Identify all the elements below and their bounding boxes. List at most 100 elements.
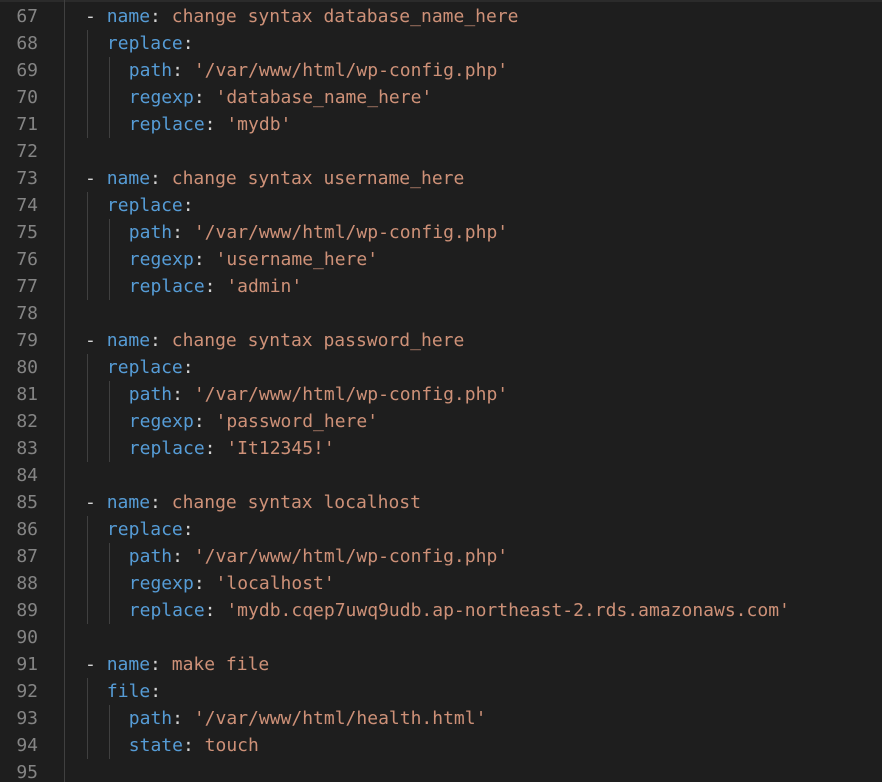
code-editor[interactable]: 67 - name: change syntax database_name_he… (0, 0, 882, 782)
code-line[interactable]: 88 regexp: 'localhost' (0, 570, 882, 597)
code-line[interactable]: 93 path: '/var/www/html/health.html' (0, 705, 882, 732)
line-content: path: '/var/www/html/wp-config.php' (129, 381, 508, 408)
code-line[interactable]: 94 state: touch (0, 732, 882, 759)
line-number: 95 (16, 762, 38, 782)
code-line[interactable]: 91 - name: make file (0, 651, 882, 678)
line-number: 93 (16, 708, 38, 729)
code-line[interactable]: 78 (0, 300, 882, 327)
yaml-value: 'localhost' (215, 573, 335, 594)
code-line[interactable]: 85 - name: change syntax localhost (0, 489, 882, 516)
line-number: 69 (16, 60, 38, 81)
list-dash: - (85, 168, 107, 189)
line-number: 72 (16, 141, 38, 162)
code-line[interactable]: 76 regexp: 'username_here' (0, 246, 882, 273)
code-line[interactable]: 68 replace: (0, 30, 882, 57)
yaml-value: '/var/www/html/wp-config.php' (193, 60, 509, 81)
yaml-key: name (106, 168, 151, 189)
key-colon: : (172, 60, 194, 81)
code-line[interactable]: 89 replace: 'mydb.cqep7uwq9udb.ap-northea… (0, 597, 882, 624)
code-line[interactable]: 80 replace: (0, 354, 882, 381)
yaml-key: regexp (128, 249, 194, 270)
line-number: 87 (16, 546, 38, 567)
key-colon: : (204, 114, 227, 135)
yaml-key: path (128, 222, 173, 243)
code-line[interactable]: 77 replace: 'admin' (0, 273, 882, 300)
line-content: - name: change syntax password_here (85, 327, 464, 354)
line-content: - name: change syntax localhost (85, 489, 421, 516)
line-number: 82 (16, 411, 38, 432)
line-number: 91 (16, 654, 38, 675)
line-number: 67 (16, 6, 38, 27)
key-colon: : (150, 330, 172, 351)
line-number: 78 (16, 303, 38, 324)
line-content: path: '/var/www/html/health.html' (129, 705, 487, 732)
line-content: replace: (107, 192, 194, 219)
code-line[interactable]: 87 path: '/var/www/html/wp-config.php' (0, 543, 882, 570)
key-colon: : (193, 87, 216, 108)
code-line[interactable]: 84 (0, 462, 882, 489)
line-content: replace: 'mydb.cqep7uwq9udb.ap-northeast… (129, 597, 790, 624)
code-line[interactable]: 90 (0, 624, 882, 651)
code-line[interactable]: 92 file: (0, 678, 882, 705)
yaml-value: 'database_name_here' (215, 87, 433, 108)
yaml-value: change syntax database_name_here (171, 6, 519, 27)
line-content: state: touch (129, 732, 259, 759)
line-number: 81 (16, 384, 38, 405)
yaml-value: 'mydb' (226, 114, 292, 135)
key-colon: : (150, 681, 162, 702)
code-line[interactable]: 86 replace: (0, 516, 882, 543)
yaml-key: regexp (128, 573, 194, 594)
yaml-key: path (128, 546, 173, 567)
yaml-key: replace (128, 600, 205, 621)
key-colon: : (150, 6, 172, 27)
line-number: 77 (16, 276, 38, 297)
line-number: 89 (16, 600, 38, 621)
line-number: 76 (16, 249, 38, 270)
yaml-key: replace (106, 33, 183, 54)
line-number: 75 (16, 222, 38, 243)
code-line[interactable]: 95 (0, 759, 882, 782)
line-content: replace: (107, 30, 194, 57)
line-content: regexp: 'database_name_here' (129, 84, 432, 111)
line-content: replace: 'It12345!' (129, 435, 335, 462)
line-number: 92 (16, 681, 38, 702)
key-colon: : (204, 276, 227, 297)
yaml-value: 'username_here' (215, 249, 379, 270)
code-line[interactable]: 69 path: '/var/www/html/wp-config.php' (0, 57, 882, 84)
yaml-key: replace (106, 357, 183, 378)
line-number: 80 (16, 357, 38, 378)
yaml-key: regexp (128, 87, 194, 108)
code-line[interactable]: 82 regexp: 'password_here' (0, 408, 882, 435)
line-number: 94 (16, 735, 38, 756)
line-content: file: (107, 678, 161, 705)
line-content: replace: 'mydb' (129, 111, 292, 138)
yaml-value: 'It12345!' (226, 438, 335, 459)
yaml-value: '/var/www/html/health.html' (193, 708, 487, 729)
line-content: replace: 'admin' (129, 273, 302, 300)
yaml-key: name (106, 492, 151, 513)
yaml-key: regexp (128, 411, 194, 432)
code-line[interactable]: 75 path: '/var/www/html/wp-config.php' (0, 219, 882, 246)
code-line[interactable]: 83 replace: 'It12345!' (0, 435, 882, 462)
key-colon: : (172, 708, 194, 729)
code-line[interactable]: 81 path: '/var/www/html/wp-config.php' (0, 381, 882, 408)
code-line[interactable]: 67 - name: change syntax database_name_he… (0, 3, 882, 30)
key-colon: : (193, 573, 216, 594)
code-line[interactable]: 72 (0, 138, 882, 165)
line-content: path: '/var/www/html/wp-config.php' (129, 219, 508, 246)
line-number: 74 (16, 195, 38, 216)
yaml-key: state (128, 735, 183, 756)
code-line[interactable]: 74 replace: (0, 192, 882, 219)
line-content: - name: change syntax database_name_here (85, 3, 519, 30)
code-line[interactable]: 70 regexp: 'database_name_here' (0, 84, 882, 111)
line-number: 68 (16, 33, 38, 54)
yaml-value: 'mydb.cqep7uwq9udb.ap-northeast-2.rds.am… (226, 600, 790, 621)
code-line[interactable]: 79 - name: change syntax password_here (0, 327, 882, 354)
yaml-key: name (106, 654, 151, 675)
line-content: replace: (107, 354, 194, 381)
code-line[interactable]: 71 replace: 'mydb' (0, 111, 882, 138)
yaml-key: replace (128, 276, 205, 297)
key-colon: : (150, 654, 172, 675)
code-line[interactable]: 73 - name: change syntax username_here (0, 165, 882, 192)
yaml-key: name (106, 330, 151, 351)
